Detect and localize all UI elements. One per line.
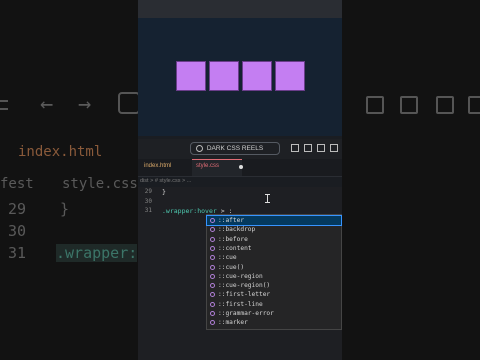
background-right-panel [342, 0, 480, 360]
bg-brace: } [60, 200, 70, 218]
editor-tabs: index.html style.css [138, 159, 342, 177]
suggestion-label: ::before [218, 235, 248, 243]
pseudo-element-icon [210, 283, 215, 289]
line-number: 31 [144, 207, 152, 214]
suggestion-label: ::backdrop [218, 226, 256, 234]
tab-style-css[interactable]: style.css [196, 163, 219, 169]
suggestion-label: ::cue [218, 254, 237, 262]
suggestion-item[interactable]: ::marker [207, 318, 341, 327]
suggestion-item[interactable]: ::backdrop [207, 225, 341, 234]
back-arrow-icon: ← [40, 92, 54, 117]
suggestion-item[interactable]: ::before [207, 235, 341, 244]
toggle-sidebar-icon[interactable] [291, 144, 299, 152]
menu-icon [0, 100, 8, 110]
title-bar: DARK CSS REELS [138, 139, 342, 159]
bg-css-tab: style.css [62, 176, 138, 192]
unsaved-dot-icon[interactable] [239, 165, 243, 169]
toggle-secondary-sidebar-icon[interactable] [317, 144, 325, 152]
pseudo-element-icon [210, 255, 215, 261]
line-number: 29 [144, 188, 152, 195]
suggestion-label: ::content [218, 244, 252, 252]
breadcrumb[interactable]: dist > # style.css > ... [140, 178, 191, 184]
suggestion-label: ::marker [218, 319, 248, 327]
suggestion-label: ::first-line [218, 300, 263, 308]
top-strip [138, 0, 342, 18]
line-number: 30 [144, 198, 152, 205]
suggestion-label: ::cue-region() [218, 282, 271, 290]
preview-box [275, 61, 305, 91]
suggestion-item[interactable]: ::first-letter [207, 290, 341, 299]
toggle-panel-icon [400, 96, 418, 114]
suggestion-item[interactable]: ::cue [207, 253, 341, 262]
autocomplete-suggestions[interactable]: ::after::backdrop::before::content::cue:… [206, 214, 342, 330]
toggle-secondary-sidebar-icon [436, 96, 454, 114]
bg-line-number-29: 29 [8, 200, 27, 218]
layout-icon[interactable] [330, 144, 338, 152]
suggestion-item[interactable]: ::cue-region [207, 272, 341, 281]
suggestion-item[interactable]: ::after [206, 214, 342, 227]
editor-frame: DARK CSS REELS index.html style.css dist… [138, 0, 342, 360]
suggestion-item[interactable]: ::cue() [207, 263, 341, 272]
pseudo-element-icon [210, 292, 215, 298]
suggestion-item[interactable]: ::grammar-error [207, 309, 341, 318]
suggestion-label: ::after [218, 217, 245, 224]
tab-index-html[interactable]: index.html [144, 163, 171, 169]
command-center-search[interactable]: DARK CSS REELS [190, 142, 280, 155]
bg-line-number-30: 30 [8, 222, 27, 240]
toggle-sidebar-icon [366, 96, 384, 114]
pseudo-element-icon [210, 236, 215, 242]
bg-wrapper-text: .wrapper: [56, 244, 138, 262]
background-left-panel: ← → index.html fest style.css 29 } 30 31… [0, 0, 138, 360]
suggestion-label: ::grammar-error [218, 310, 274, 317]
pseudo-element-icon [210, 218, 215, 223]
pseudo-element-icon [210, 273, 215, 279]
pseudo-element-icon [210, 227, 215, 233]
pseudo-element-icon [210, 301, 215, 307]
bg-html-tab: index.html [18, 144, 103, 160]
suggestion-label: ::first-letter [218, 291, 271, 299]
suggestion-label: ::cue-region [218, 272, 263, 280]
suggestion-item[interactable]: ::cue-region() [207, 281, 341, 290]
pseudo-element-icon [210, 245, 215, 251]
suggestion-item[interactable]: ::content [207, 244, 341, 253]
pseudo-element-icon [210, 320, 215, 326]
mouse-text-cursor-icon [265, 194, 270, 203]
search-icon [196, 145, 203, 152]
preview-box [209, 61, 239, 91]
preview-boxes [176, 61, 305, 91]
command-center-label: DARK CSS REELS [206, 145, 264, 152]
pseudo-element-icon [210, 264, 215, 270]
bg-breadcrumb: fest [0, 176, 34, 192]
preview-box [242, 61, 272, 91]
suggestion-label: ::cue() [218, 263, 245, 271]
pseudo-element-icon [210, 311, 215, 316]
settings-icon [118, 92, 138, 114]
code-line-29[interactable]: } [162, 188, 166, 196]
bg-line-number-31: 31 [8, 244, 27, 262]
suggestion-item[interactable]: ::first-line [207, 300, 341, 309]
preview-box [176, 61, 206, 91]
toggle-panel-icon[interactable] [304, 144, 312, 152]
forward-arrow-icon: → [78, 92, 92, 117]
layout-icon [468, 96, 480, 114]
live-preview [138, 18, 342, 136]
